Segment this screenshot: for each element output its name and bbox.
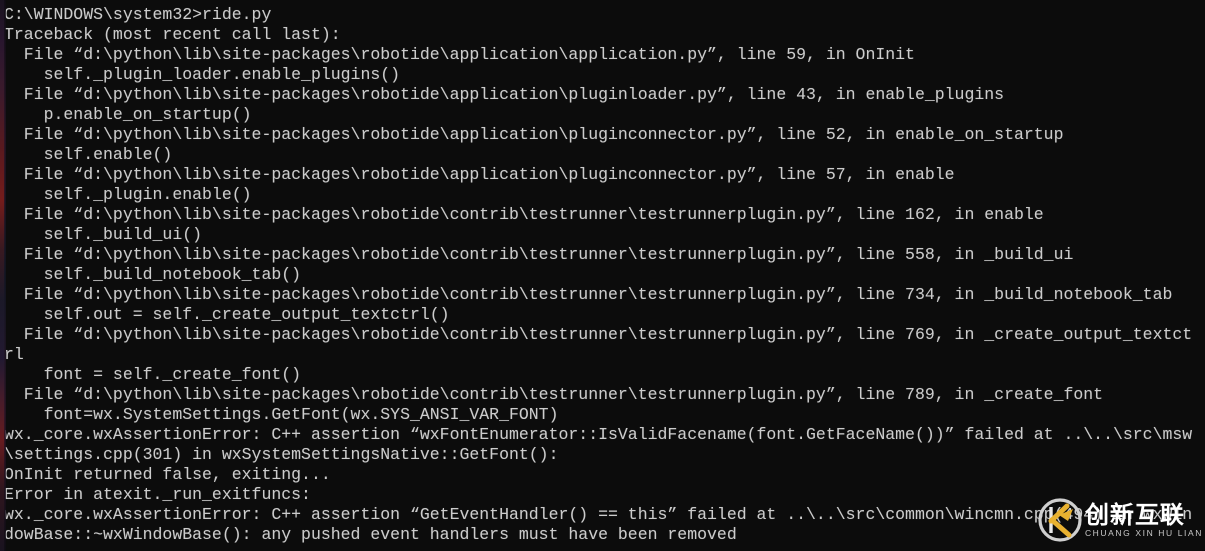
terminal-line: self.enable() (4, 145, 173, 164)
terminal-line: font=wx.SystemSettings.GetFont(wx.SYS_AN… (4, 405, 559, 424)
terminal-line: font = self._create_font() (4, 365, 302, 384)
terminal-line: C:\WINDOWS\system32>ride.py (4, 5, 272, 24)
command-prompt-window[interactable]: C:\WINDOWS\system32>ride.py Traceback (mo… (0, 0, 1205, 551)
terminal-line: Error in atexit._run_exitfuncs: (4, 485, 311, 504)
terminal-line: File “d:\python\lib\site-packages\roboti… (4, 125, 1064, 144)
terminal-line: \settings.cpp(301) in wxSystemSettingsNa… (4, 445, 559, 464)
terminal-line: self.out = self._create_output_textctrl(… (4, 305, 450, 324)
terminal-line: File “d:\python\lib\site-packages\roboti… (4, 205, 1044, 224)
terminal-line: Traceback (most recent call last): (4, 25, 341, 44)
terminal-line: File “d:\python\lib\site-packages\roboti… (4, 85, 1005, 104)
terminal-line: OnInit returned false, exiting... (4, 465, 331, 484)
terminal-line: self._plugin.enable() (4, 185, 252, 204)
terminal-line: wx._core.wxAssertionError: C++ assertion… (4, 425, 1193, 444)
terminal-line: dowBase::~wxWindowBase(): any pushed eve… (4, 525, 737, 544)
left-edge-artifact-secondary (4, 0, 6, 551)
terminal-line: p.enable_on_startup() (4, 105, 252, 124)
terminal-line: File “d:\python\lib\site-packages\roboti… (4, 285, 1173, 304)
terminal-line: self._plugin_loader.enable_plugins() (4, 65, 401, 84)
terminal-line: File “d:\python\lib\site-packages\roboti… (4, 325, 1193, 344)
terminal-line: self._build_notebook_tab() (4, 265, 302, 284)
terminal-line: wx._core.wxAssertionError: C++ assertion… (4, 505, 1193, 524)
terminal-line: File “d:\python\lib\site-packages\roboti… (4, 245, 1074, 264)
terminal-line: self._build_ui() (4, 225, 203, 244)
terminal-line: File “d:\python\lib\site-packages\roboti… (4, 165, 955, 184)
terminal-line: File “d:\python\lib\site-packages\roboti… (4, 45, 915, 64)
terminal-output: C:\WINDOWS\system32>ride.py Traceback (mo… (0, 0, 1205, 545)
terminal-line: rl (4, 345, 24, 364)
terminal-line: File “d:\python\lib\site-packages\roboti… (4, 385, 1104, 404)
